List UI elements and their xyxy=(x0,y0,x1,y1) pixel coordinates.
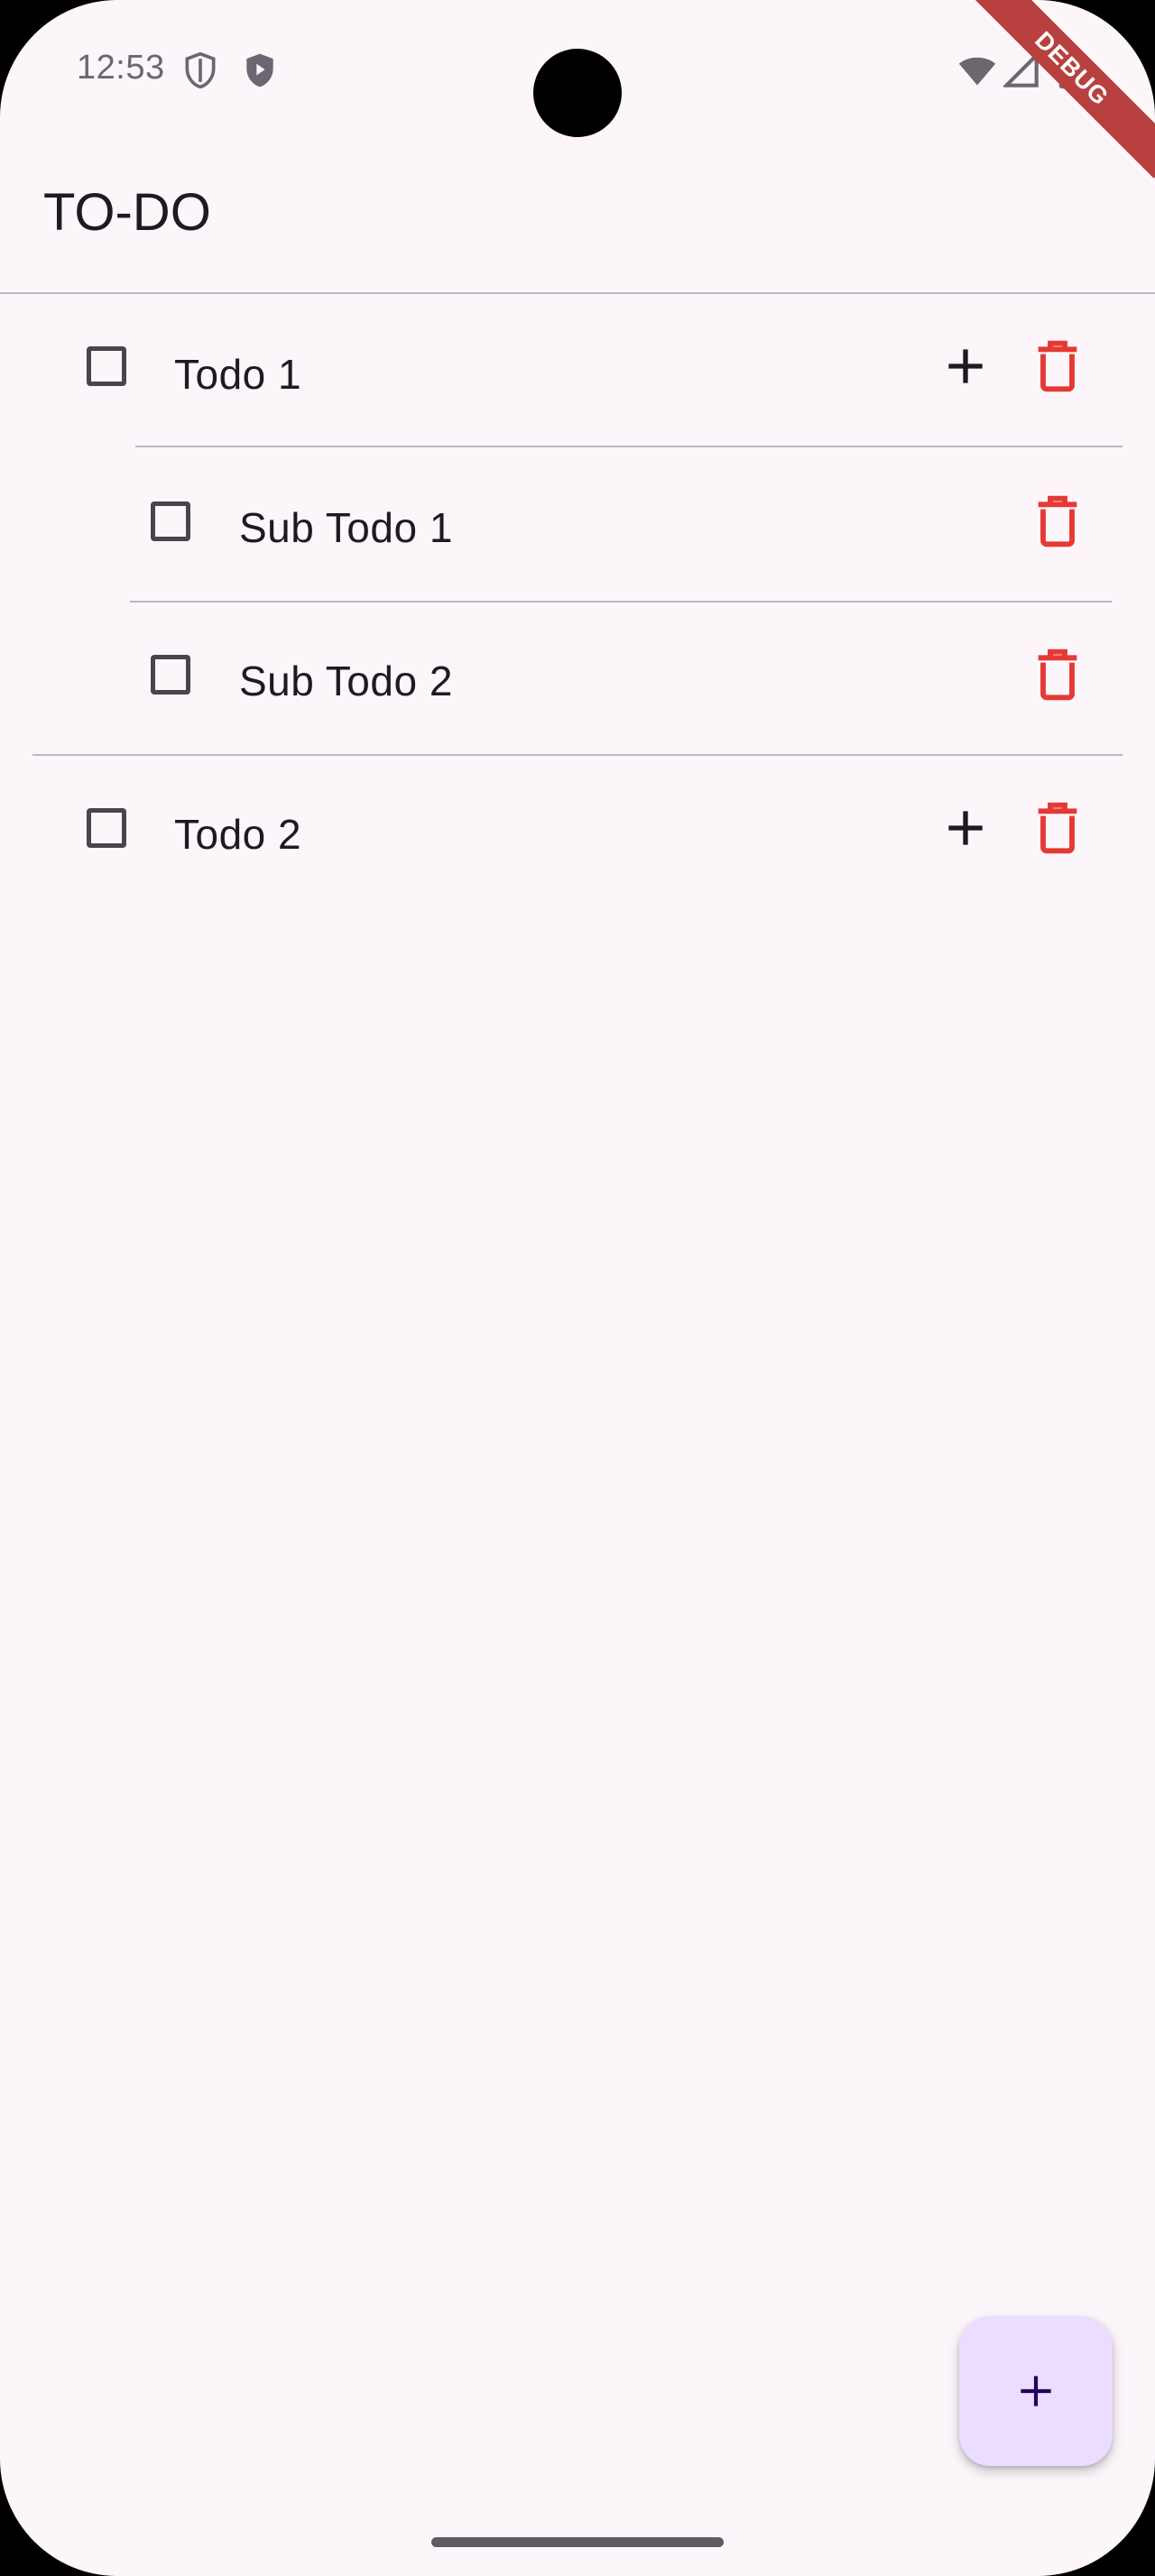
subtodo-item[interactable]: Sub Todo 2 xyxy=(0,603,1155,754)
add-todo-fab[interactable] xyxy=(959,2316,1113,2466)
trash-icon xyxy=(1038,649,1077,701)
front-camera xyxy=(533,49,622,137)
page-title: TO-DO xyxy=(43,183,211,242)
phone-screen: 12:53 DEBUG TO-DO Todo 1 Sub Todo 1 Sub … xyxy=(0,0,1155,2576)
add-subtodo-button[interactable] xyxy=(937,799,994,857)
todo-checkbox[interactable] xyxy=(87,346,126,386)
subtodo-item[interactable]: Sub Todo 1 xyxy=(0,447,1155,601)
subtodo-checkbox[interactable] xyxy=(151,655,190,695)
add-subtodo-button[interactable] xyxy=(937,337,994,395)
todo-item[interactable]: Todo 2 xyxy=(0,756,1155,909)
subtodo-checkbox[interactable] xyxy=(151,501,190,541)
plus-icon xyxy=(948,811,983,845)
appbar-divider xyxy=(0,292,1155,294)
status-time: 12:53 xyxy=(77,49,165,87)
trash-icon xyxy=(1038,802,1077,854)
delete-subtodo-button[interactable] xyxy=(1029,646,1086,704)
subtodo-label: Sub Todo 2 xyxy=(239,658,453,704)
trash-icon xyxy=(1038,340,1077,392)
subtodo-label: Sub Todo 1 xyxy=(239,504,453,551)
trash-icon xyxy=(1038,495,1077,547)
wifi-icon xyxy=(956,51,998,95)
home-indicator[interactable] xyxy=(431,2537,724,2547)
shield-icon xyxy=(180,51,220,95)
plus-icon xyxy=(948,349,983,383)
todo-checkbox[interactable] xyxy=(87,808,126,848)
delete-todo-button[interactable] xyxy=(1029,337,1086,395)
delete-todo-button[interactable] xyxy=(1029,799,1086,857)
plus-icon xyxy=(1021,2376,1051,2406)
todo-item[interactable]: Todo 1 xyxy=(0,307,1155,444)
play-shield-icon xyxy=(240,51,280,95)
todo-label: Todo 2 xyxy=(174,811,302,858)
todo-label: Todo 1 xyxy=(174,351,302,398)
delete-subtodo-button[interactable] xyxy=(1029,492,1086,550)
